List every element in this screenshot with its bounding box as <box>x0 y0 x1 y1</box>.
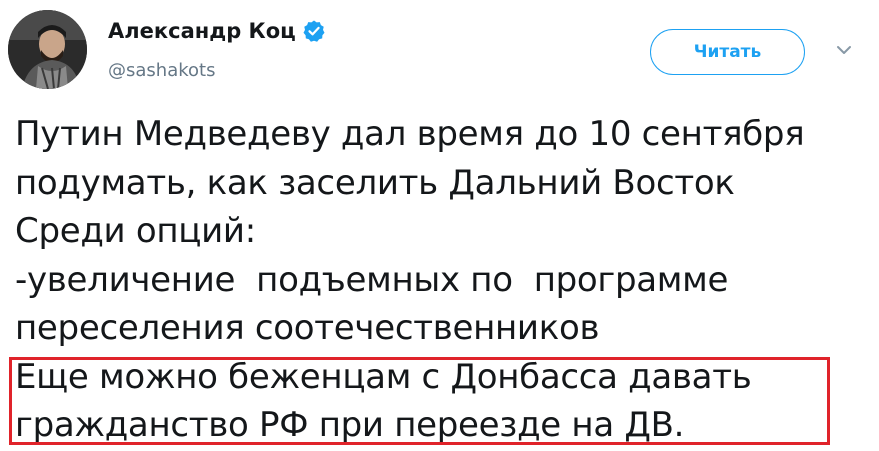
tweet-line: Еще можно беженцам с Донбасса давать <box>15 356 752 397</box>
author-display-name: Александр Коц <box>108 19 296 43</box>
author-handle[interactable]: @sashakots <box>108 60 215 81</box>
tweet-line: -увеличение подъемных по программе <box>15 259 729 300</box>
chevron-down-icon[interactable] <box>834 40 854 60</box>
follow-button[interactable]: Читать <box>650 29 805 75</box>
avatar[interactable] <box>8 10 87 89</box>
tweet-text: Путин Медведеву дал время до 10 сентября… <box>15 110 875 450</box>
tweet-line: Путин Медведеву дал время до 10 сентября <box>15 114 805 154</box>
tweet-line: гражданство РФ при переезде на ДВ. <box>15 405 685 445</box>
tweet-line: переселения соотечественников <box>15 308 600 348</box>
tweet-line: подумать, как заселить Дальний Восток <box>15 162 735 203</box>
author-name[interactable]: Александр Коц <box>108 19 326 43</box>
verified-badge-icon <box>302 19 326 43</box>
tweet-line: Среди опций: <box>15 211 256 251</box>
avatar-photo <box>8 10 87 89</box>
